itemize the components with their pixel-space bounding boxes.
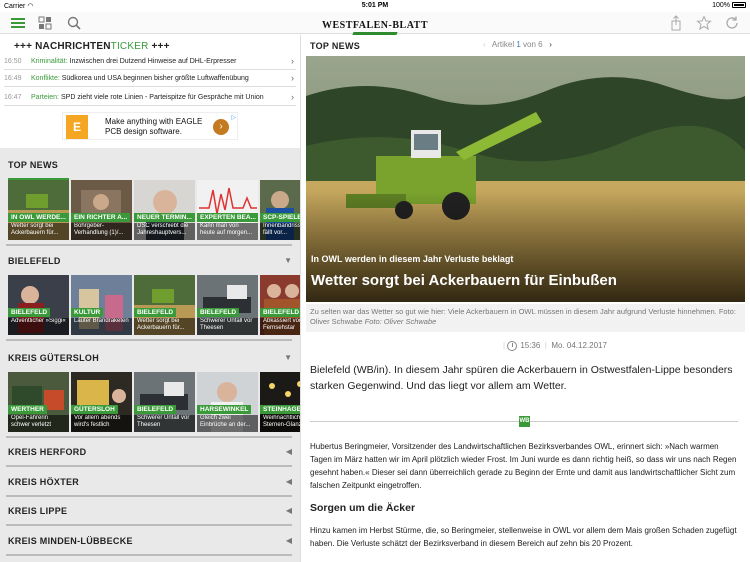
chevron-right-icon: › — [291, 56, 294, 66]
ticker-item[interactable]: 16:50 Kriminalität: Inzwischen drei Dutz… — [4, 53, 296, 70]
news-tile[interactable]: EIN RICHTER A... Bohrgeber-Verhandlung (… — [71, 180, 132, 240]
advertisement-banner[interactable]: E Make anything with EAGLE PCB design sof… — [62, 112, 238, 140]
star-icon[interactable] — [696, 15, 712, 31]
chevron-right-icon: › — [291, 92, 294, 102]
section-kreis-lippe[interactable]: KREIS LIPPE ◀ — [0, 497, 300, 527]
news-tile[interactable]: BIELEFELD Schwerer Unfall vor Theesen — [134, 372, 195, 432]
section-kreis-minden-luebbecke[interactable]: KREIS MINDEN-LÜBBECKE ◀ — [0, 527, 300, 557]
ad-arrow-icon[interactable]: › — [213, 119, 229, 135]
clock-label: 5:01 PM — [361, 2, 389, 9]
share-icon[interactable] — [668, 15, 684, 31]
news-tile[interactable]: BIELEFELD Wetter sorgt bei Ackerbauern f… — [134, 275, 195, 335]
status-bar: Carrier ◠ 5:01 PM 100% — [0, 0, 750, 12]
clock-icon — [507, 341, 518, 351]
news-tile[interactable]: BIELEFELD Adventlicher »Siggi« — [8, 275, 69, 335]
news-tile[interactable]: HARSEWINKEL Gleich zwei Einbrüche an der… — [197, 372, 258, 432]
eagle-logo: E — [66, 115, 88, 139]
article-kicker: In OWL werden in diesem Jahr Verluste be… — [311, 254, 514, 264]
news-tile[interactable]: STEINHAGEN Weihnachtlicher Sternen-Glanz — [260, 372, 300, 432]
news-tile[interactable]: BIELEFELD Schwerer Unfall vor Theesen — [197, 275, 258, 335]
ticker-item[interactable]: 16:49 Konflikte: Südkorea und USA beginn… — [4, 70, 296, 87]
expand-arrow-icon[interactable]: ◀ — [286, 447, 292, 456]
article-paragraph: Hinzu kamen im Herbst Stürme, die, so Be… — [310, 526, 737, 548]
section-divider — [6, 339, 292, 341]
news-tile[interactable]: NEUER TERMIN... DSC verschiebt die Jahre… — [134, 180, 195, 240]
section-divider — [6, 465, 292, 467]
section-kreis-herford[interactable]: KREIS HERFORD ◀ — [0, 438, 300, 468]
ad-choices-icon[interactable]: ▷ — [231, 114, 236, 121]
article-lead: Bielefeld (WB/in). In diesem Jahr spüren… — [310, 364, 733, 392]
news-tile[interactable]: BIELEFELD Abkassiert vor Fernsehstar — [260, 275, 300, 335]
news-tile[interactable]: SCP-SPIELE... Innenbandriss Ritter fällt… — [260, 180, 300, 240]
expand-arrow-icon[interactable]: ◀ — [286, 477, 292, 486]
section-divider — [6, 524, 292, 526]
article-subheading: Sorgen um die Äcker — [310, 502, 416, 514]
wb-logo-icon: WB — [519, 416, 530, 427]
news-tile[interactable]: IN OWL WERDE... Wetter sorgt bei Ackerba… — [8, 180, 69, 240]
collapse-arrow-icon[interactable]: ▼ — [284, 353, 292, 362]
article-pager: ‹ Artikel 1 von 6 › — [483, 40, 552, 49]
battery-icon — [732, 2, 746, 9]
section-kreis-hoexter[interactable]: KREIS HÖXTER ◀ — [0, 468, 300, 498]
refresh-icon[interactable] — [724, 15, 740, 31]
news-tile[interactable]: EXPERTEN BEA... Kann man von heute auf m… — [197, 180, 258, 240]
news-tile[interactable]: WERTHER Opel-Fahrerin schwer verletzt — [8, 372, 69, 432]
westfalen-blatt-logo[interactable]: WESTFALEN-BLATT — [0, 15, 750, 35]
pager-next-icon[interactable]: › — [549, 40, 552, 49]
sections-list: TOP NEWS IN OWL WERDE... Wetter sorgt be… — [0, 148, 300, 562]
image-caption: Zu selten war das Wetter so gut wie hier… — [306, 304, 745, 332]
news-overview-panel: +++ NACHRICHTENTICKER +++ 16:50 Kriminal… — [0, 35, 300, 562]
article-section-title: TOP NEWS — [310, 41, 361, 51]
ticker-header: +++ NACHRICHTENTICKER +++ — [14, 41, 170, 52]
news-tile[interactable]: GÜTERSLOH Vor allem abends wird's festli… — [71, 372, 132, 432]
section-divider — [6, 244, 292, 246]
pager-prev-icon[interactable]: ‹ — [483, 40, 486, 49]
section-divider — [6, 554, 292, 556]
ticker-item[interactable]: 16:47 Parteien: SPD zieht viele rote Lin… — [4, 89, 296, 106]
collapse-arrow-icon[interactable]: ▼ — [284, 256, 292, 265]
news-tile[interactable]: KULTUR Lauter Brandraketen — [71, 275, 132, 335]
chevron-right-icon: › — [291, 73, 294, 83]
article-panel: TOP NEWS ‹ Artikel 1 von 6 › In OWL werd… — [301, 35, 750, 562]
top-navigation-bar: WESTFALEN-BLATT — [0, 12, 750, 35]
battery-indicator: 100% — [712, 2, 746, 9]
combine-harvester-photo — [306, 56, 745, 302]
article-paragraph: Hubertus Beringmeier, Vorsitzender des L… — [310, 442, 737, 490]
article-headline: Wetter sorgt bei Ackerbauern für Einbuße… — [311, 272, 617, 289]
article-hero-image[interactable]: In OWL werden in diesem Jahr Verluste be… — [306, 56, 745, 302]
expand-arrow-icon[interactable]: ◀ — [286, 506, 292, 515]
expand-arrow-icon[interactable]: ◀ — [286, 536, 292, 545]
article-meta: | 15:36 | Mo. 04.12.2017 — [503, 341, 607, 351]
